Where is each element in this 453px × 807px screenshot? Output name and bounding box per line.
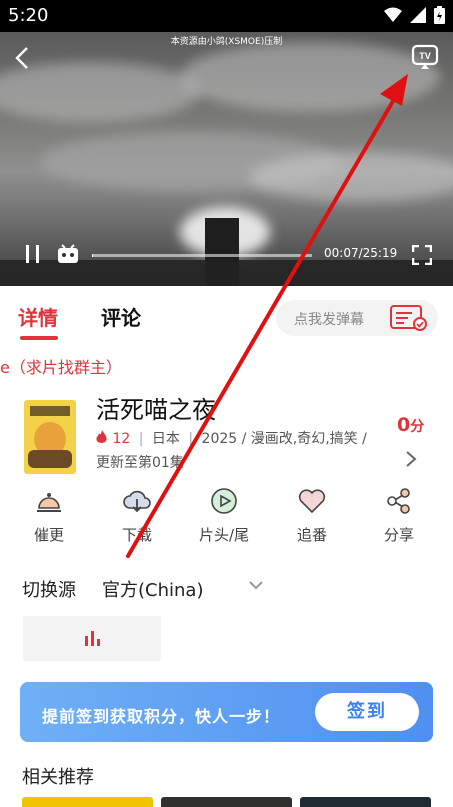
fullscreen-icon[interactable] bbox=[412, 245, 432, 265]
anime-poster[interactable] bbox=[24, 400, 76, 474]
recommend-thumb-3[interactable] bbox=[300, 797, 431, 807]
heart-icon bbox=[298, 489, 326, 514]
share-icon bbox=[387, 488, 410, 514]
episode-button[interactable] bbox=[23, 616, 161, 661]
recommend-thumb-1[interactable] bbox=[22, 797, 153, 807]
video-controls: 00:07/25:19 bbox=[0, 240, 453, 270]
anime-year-genres: 2025 / 漫画改,奇幻,搞笑 / bbox=[201, 431, 367, 447]
anime-meta: 12 | 日本 | 2025 / 漫画改,奇幻,搞笑 / bbox=[96, 428, 367, 448]
tab-comments[interactable]: 评论 bbox=[101, 302, 141, 331]
anime-region: 日本 bbox=[151, 431, 180, 447]
score-value: 0 bbox=[397, 414, 411, 436]
chevron-down-icon[interactable] bbox=[248, 578, 264, 592]
status-icons bbox=[384, 6, 445, 24]
svg-text:TV: TV bbox=[419, 51, 431, 61]
meta-separator-2: | bbox=[188, 431, 194, 447]
cast-tv-icon[interactable]: TV bbox=[411, 44, 439, 70]
tab-details[interactable]: 详情 bbox=[18, 302, 58, 340]
action-opening-ending-label: 片头/尾 bbox=[198, 526, 250, 544]
danmaku-settings-icon[interactable] bbox=[390, 304, 428, 332]
tab-comments-label: 评论 bbox=[101, 306, 141, 330]
danmaku-toggle-icon[interactable] bbox=[56, 242, 80, 266]
tab-active-underline bbox=[20, 336, 58, 340]
video-player[interactable]: 本资源由小鸽(XSMOE)压制 TV 00:07/25:19 bbox=[0, 32, 453, 286]
video-progress-bar[interactable] bbox=[92, 254, 312, 257]
action-share[interactable]: 分享 bbox=[364, 486, 434, 545]
meta-separator: | bbox=[138, 431, 144, 447]
signal-icon bbox=[410, 7, 426, 23]
bell-icon bbox=[37, 493, 61, 512]
source-label: 切换源 bbox=[22, 580, 76, 601]
notice-text: e（求片找群主） bbox=[0, 358, 122, 377]
detail-tabs: 详情 评论 点我发弹幕 bbox=[0, 286, 453, 348]
action-follow[interactable]: 追番 bbox=[277, 486, 347, 545]
checkin-banner: 提前签到获取积分，快人一步！ 签到 bbox=[20, 682, 433, 742]
back-icon[interactable] bbox=[12, 46, 34, 70]
play-circle-icon bbox=[211, 488, 237, 514]
action-download-label: 下载 bbox=[121, 526, 152, 544]
anime-title: 活死喵之夜 bbox=[96, 396, 216, 424]
action-row: 催更 下载 片头/尾 追番 分享 bbox=[0, 486, 453, 552]
recommend-thumb-2[interactable] bbox=[161, 797, 292, 807]
action-urge-label: 催更 bbox=[33, 526, 64, 544]
playing-bars-icon bbox=[85, 631, 100, 646]
anime-update-status: 更新至第01集 bbox=[96, 455, 184, 471]
chevron-right-icon[interactable] bbox=[404, 450, 418, 468]
status-bar: 5:20 bbox=[0, 0, 453, 32]
danmaku-placeholder: 点我发弹幕 bbox=[294, 312, 364, 328]
battery-icon bbox=[434, 6, 445, 24]
danmaku-input[interactable]: 点我发弹幕 bbox=[276, 300, 438, 336]
cloud-download-icon bbox=[123, 490, 151, 513]
action-follow-label: 追番 bbox=[296, 526, 327, 544]
source-select[interactable]: 官方(China) bbox=[102, 576, 203, 602]
anime-score: 0分 bbox=[397, 414, 424, 436]
status-time: 5:20 bbox=[8, 5, 49, 26]
checkin-banner-text: 提前签到获取积分，快人一步！ bbox=[42, 707, 281, 726]
video-timecode: 00:07/25:19 bbox=[324, 246, 398, 260]
score-unit: 分 bbox=[410, 419, 425, 435]
video-overlay-title: 本资源由小鸽(XSMOE)压制 bbox=[170, 37, 283, 47]
recommend-title: 相关推荐 bbox=[22, 767, 94, 788]
action-urge[interactable]: 催更 bbox=[14, 486, 84, 545]
checkin-button[interactable]: 签到 bbox=[315, 693, 419, 731]
fire-icon bbox=[96, 430, 107, 443]
tab-details-label: 详情 bbox=[18, 306, 58, 330]
wifi-icon bbox=[384, 7, 402, 22]
action-opening-ending[interactable]: 片头/尾 bbox=[189, 486, 259, 545]
action-share-label: 分享 bbox=[383, 526, 414, 544]
action-download[interactable]: 下载 bbox=[102, 486, 172, 545]
anime-hot-count: 12 bbox=[112, 431, 131, 447]
pause-icon[interactable] bbox=[24, 244, 42, 264]
